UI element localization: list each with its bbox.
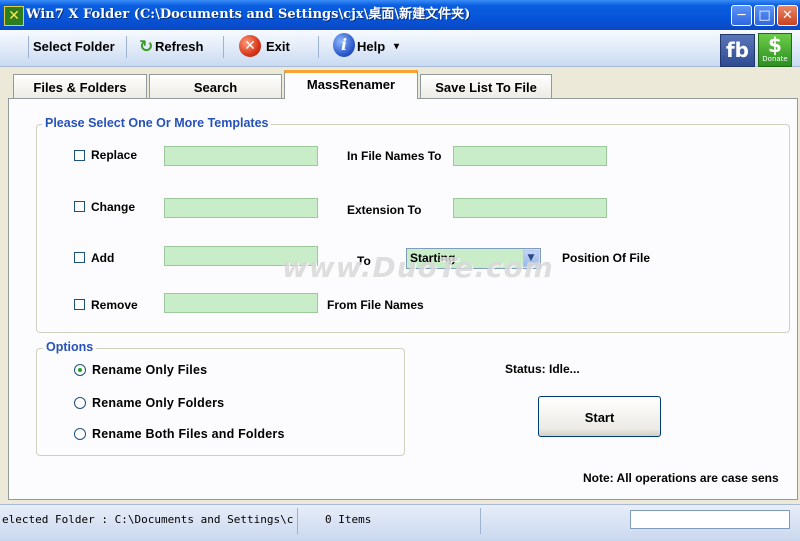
window-title: Win7 X Folder (C:\Documents and Settings… — [26, 7, 471, 22]
replace-input[interactable] — [164, 146, 318, 166]
rename-both-label[interactable]: Rename Both Files and Folders — [92, 427, 285, 441]
start-button[interactable]: Start — [538, 396, 661, 437]
help-icon[interactable]: i — [333, 33, 355, 57]
exit-button[interactable]: Exit — [266, 36, 290, 58]
dollar-icon: $ — [768, 33, 782, 57]
templates-legend: Please Select One Or More Templates — [42, 116, 272, 130]
app-icon: ✕ — [4, 6, 24, 26]
remove-label: Remove — [91, 298, 138, 312]
change-suffix-label: Extension To — [347, 203, 422, 217]
radio-rename-only-folders[interactable] — [74, 397, 86, 409]
maximize-button[interactable]: □ — [754, 5, 775, 26]
refresh-icon[interactable]: ↻ — [139, 38, 153, 56]
facebook-icon[interactable]: fb — [720, 34, 755, 67]
replace-to-input[interactable] — [453, 146, 607, 166]
remove-suffix-label: From File Names — [327, 298, 424, 312]
items-count: 0 Items — [325, 513, 372, 526]
options-legend: Options — [43, 340, 97, 354]
change-checkbox[interactable] — [74, 201, 85, 212]
refresh-button[interactable]: Refresh — [155, 36, 203, 58]
close-button[interactable]: ✕ — [777, 5, 798, 26]
tab-files-folders[interactable]: Files & Folders — [13, 74, 147, 98]
donate-button[interactable]: $ Donate — [758, 33, 792, 67]
help-button[interactable]: Help — [357, 36, 385, 58]
exit-icon[interactable]: ✕ — [239, 35, 261, 57]
replace-label: Replace — [91, 148, 138, 162]
statusbar-separator — [297, 508, 298, 534]
add-label: Add — [91, 251, 115, 265]
change-label: Change — [91, 200, 136, 214]
remove-input[interactable] — [164, 293, 318, 313]
replace-suffix-label: In File Names To — [347, 149, 442, 163]
selected-folder-text: elected Folder : C:\Documents and Settin… — [2, 513, 294, 526]
tab-search[interactable]: Search — [149, 74, 282, 98]
chevron-down-icon[interactable]: ▾ — [394, 36, 399, 58]
toolbar-separator — [126, 36, 127, 58]
remove-checkbox[interactable] — [74, 299, 85, 310]
donate-label: Donate — [762, 55, 788, 63]
rename-only-files-label[interactable]: Rename Only Files — [92, 363, 207, 377]
tab-massrenamer[interactable]: MassRenamer — [284, 70, 418, 99]
radio-rename-only-files[interactable] — [74, 364, 86, 376]
status-text: Status: Idle... — [505, 362, 580, 376]
toolbar-separator — [223, 36, 224, 58]
note-text: Note: All operations are case sens — [583, 471, 779, 485]
extension-input[interactable] — [453, 198, 607, 218]
watermark: www.DuoTe.com — [282, 251, 554, 284]
toolbar-separator — [318, 36, 319, 58]
add-suffix-label: Position Of File — [562, 251, 651, 265]
replace-checkbox[interactable] — [74, 150, 85, 161]
rename-only-folders-label[interactable]: Rename Only Folders — [92, 396, 224, 410]
toolbar-separator — [28, 36, 29, 58]
statusbar-separator — [480, 508, 481, 534]
toolbar — [0, 30, 800, 67]
minimize-button[interactable]: ─ — [731, 5, 752, 26]
progress-box — [630, 510, 790, 529]
tab-save-list[interactable]: Save List To File — [420, 74, 552, 98]
select-folder-button[interactable]: Select Folder — [33, 36, 115, 58]
radio-rename-both[interactable] — [74, 428, 86, 440]
add-checkbox[interactable] — [74, 252, 85, 263]
change-input[interactable] — [164, 198, 318, 218]
